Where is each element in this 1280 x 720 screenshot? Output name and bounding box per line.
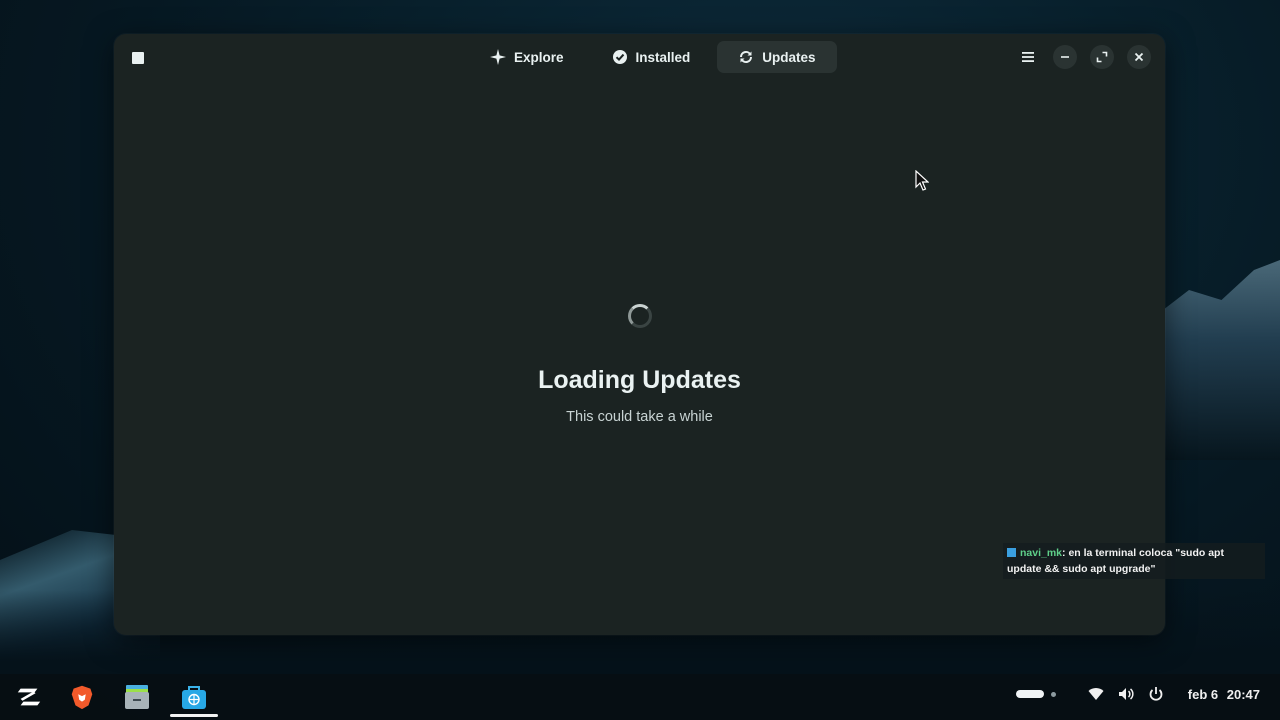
tab-installed-label: Installed [635, 49, 691, 65]
workspace-pill [1015, 690, 1044, 698]
check-circle-icon [612, 50, 627, 64]
main-menu-button[interactable] [1016, 45, 1040, 69]
refresh-icon [740, 50, 753, 64]
mouse-pointer-icon [915, 170, 929, 191]
software-store-button[interactable] [179, 682, 209, 712]
system-tray: feb 6 20:47 [1015, 686, 1260, 702]
active-app-indicator [170, 714, 218, 717]
clock-time: 20:47 [1226, 686, 1260, 702]
tab-updates[interactable]: Updates [717, 41, 837, 73]
clock[interactable]: feb 6 20:47 [1188, 687, 1260, 702]
zorin-menu-button[interactable] [14, 682, 44, 712]
volume-icon[interactable] [1118, 686, 1134, 702]
workspace-dot [1050, 691, 1056, 697]
close-icon [1134, 52, 1144, 62]
chat-badge-icon [1007, 548, 1016, 557]
tab-explore-label: Explore [514, 49, 564, 65]
sparkle-icon [490, 49, 506, 65]
taskbar: feb 6 20:47 [0, 674, 1280, 720]
tab-updates-label: Updates [762, 49, 816, 65]
chat-username: navi_mk [1020, 547, 1063, 559]
wifi-icon[interactable] [1088, 686, 1104, 702]
clock-date: feb 6 [1187, 686, 1219, 702]
files-button[interactable] [122, 682, 152, 712]
minimize-icon [1061, 56, 1069, 58]
minimize-button[interactable] [1053, 45, 1077, 69]
maximize-icon [1096, 51, 1108, 63]
tab-explore[interactable]: Explore [469, 41, 585, 73]
tab-installed[interactable]: Installed [591, 41, 712, 73]
loading-subtitle: This could take a while [566, 409, 713, 425]
close-button[interactable] [1127, 45, 1151, 69]
brave-browser-button[interactable] [67, 682, 97, 712]
maximize-button[interactable] [1090, 45, 1114, 69]
software-store-icon [182, 686, 206, 709]
header-bar: Explore Installed Updates [114, 34, 1165, 80]
brave-browser-icon [71, 685, 93, 710]
zorin-menu-icon [17, 688, 41, 706]
loading-title: Loading Updates [538, 366, 741, 394]
sidebar-toggle-icon[interactable] [132, 52, 144, 64]
loading-spinner-icon [627, 304, 652, 328]
view-switcher: Explore Installed Updates [469, 41, 837, 73]
window-controls [1016, 45, 1151, 69]
power-icon[interactable] [1148, 686, 1164, 702]
wallpaper-mountain-peaks [1150, 260, 1280, 460]
files-icon [125, 685, 149, 709]
menu-icon [1022, 52, 1034, 62]
stream-chat-message: navi_mk: en la terminal coloca "sudo apt… [1003, 543, 1265, 579]
workspace-indicator[interactable] [1015, 690, 1056, 698]
loading-status: Loading Updates This could take a while [114, 304, 1165, 425]
